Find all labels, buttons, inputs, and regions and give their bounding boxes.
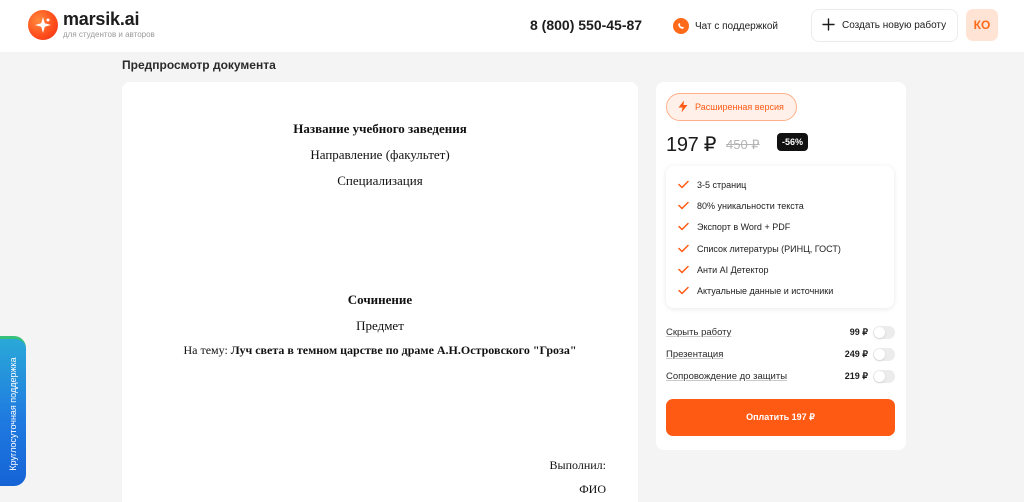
feature-item: 3-5 страниц (678, 177, 746, 193)
plan-badge-label: Расширенная версия (695, 102, 784, 112)
plan-badge[interactable]: Расширенная версия (666, 93, 797, 121)
support-phone[interactable]: 8 (800) 550-45-87 (530, 17, 642, 33)
doc-work-type: Сочинение (347, 292, 413, 307)
check-icon (678, 244, 689, 255)
check-icon (678, 180, 689, 191)
doc-author-name: ФИО (579, 482, 606, 496)
create-new-work-label: Создать новую работу (842, 20, 947, 31)
logo-name[interactable]: marsik.ai (63, 9, 139, 30)
whatsapp-icon (673, 18, 689, 34)
addon-hide-work-toggle[interactable] (873, 326, 895, 339)
check-icon (678, 222, 689, 233)
feature-label: Экспорт в Word + PDF (697, 222, 791, 232)
pricing-panel: Расширенная версия 197 ₽ 450 ₽ -56% 3-5 … (656, 82, 906, 450)
chat-support-link[interactable]: Чат с поддержкой (673, 17, 778, 35)
check-icon (678, 265, 689, 276)
feature-item: Анти AI Детектор (678, 262, 769, 278)
document-preview: Название учебного заведения Направление … (122, 82, 638, 502)
addon-price: 219 ₽ (844, 371, 868, 381)
logo-tagline: для студентов и авторов (63, 30, 155, 39)
feature-label: 3-5 страниц (697, 180, 747, 190)
check-icon (678, 286, 689, 297)
chat-support-label: Чат с поддержкой (695, 20, 779, 32)
old-price: 450 ₽ (726, 137, 760, 152)
addon-row: Сопровождение до защиты 219 ₽ (666, 369, 895, 385)
pay-button[interactable]: Оплатить 197 ₽ (666, 399, 895, 436)
discount-badge: -56% (777, 133, 809, 151)
plus-icon (822, 17, 835, 34)
doc-topic-line: На тему: Луч света в темном царстве по д… (122, 343, 638, 358)
addon-row: Презентация 249 ₽ (666, 347, 895, 363)
doc-performed-label: Выполнил: (549, 458, 606, 472)
support-tab-label: Круглосуточная поддержка (8, 357, 18, 471)
features-list: 3-5 страниц 80% уникальности текста Эксп… (666, 166, 894, 308)
doc-subject: Предмет (356, 318, 404, 333)
addon-price: 249 ₽ (844, 349, 868, 359)
feature-item: Экспорт в Word + PDF (678, 219, 790, 235)
addon-hide-work-label[interactable]: Скрыть работу (666, 327, 731, 338)
feature-item: Актуальные данные и источники (678, 283, 833, 299)
page-title: Предпросмотр документа (122, 58, 276, 72)
user-avatar[interactable]: КО (966, 9, 998, 41)
feature-label: Актуальные данные и источники (697, 286, 834, 296)
doc-specialization: Специализация (337, 173, 423, 188)
addon-presentation-label[interactable]: Презентация (666, 349, 723, 360)
current-price: 197 ₽ (666, 134, 717, 156)
addon-row: Скрыть работу 99 ₽ (666, 325, 895, 341)
addon-price: 99 ₽ (849, 327, 868, 337)
doc-direction: Направление (факультет) (310, 147, 450, 162)
feature-item: Список литературы (РИНЦ, ГОСТ) (678, 241, 841, 257)
feature-label: Анти AI Детектор (697, 265, 769, 275)
addon-presentation-toggle[interactable] (873, 348, 895, 361)
check-icon (678, 201, 689, 212)
sparkle-icon[interactable] (28, 10, 58, 40)
doc-topic: Луч света в темном царстве по драме А.Н.… (230, 343, 577, 357)
feature-item: 80% уникальности текста (678, 198, 804, 214)
lightning-icon (677, 100, 689, 115)
doc-topic-prefix: На тему: (183, 343, 228, 357)
support-side-tab[interactable]: Круглосуточная поддержка (0, 336, 26, 486)
top-header: marsik.ai для студентов и авторов 8 (800… (0, 0, 1024, 52)
doc-institution: Название учебного заведения (293, 121, 467, 136)
create-new-work-button[interactable]: Создать новую работу (811, 9, 958, 42)
addon-defense-support-toggle[interactable] (873, 370, 895, 383)
feature-label: Список литературы (РИНЦ, ГОСТ) (697, 244, 841, 254)
addon-defense-support-label[interactable]: Сопровождение до защиты (666, 371, 787, 382)
feature-label: 80% уникальности текста (697, 201, 804, 211)
